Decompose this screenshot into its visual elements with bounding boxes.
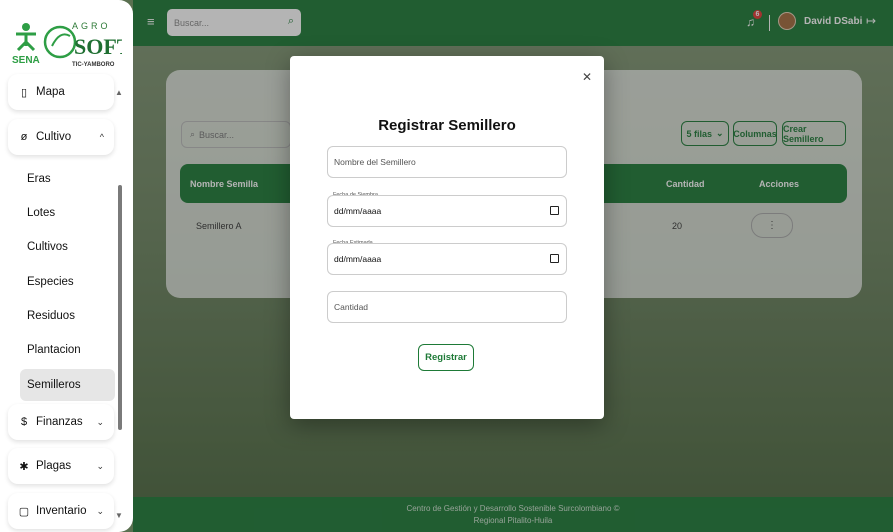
sidebar-item-plagas[interactable]: ✱ Plagas ⌄ (8, 448, 114, 484)
clipboard-icon: ▢ (18, 505, 30, 518)
register-semillero-modal: ✕ Registrar Semillero Nombre del Semille… (290, 56, 604, 419)
calendar-icon[interactable] (550, 206, 559, 215)
sow-date-value: dd/mm/aaaa (334, 206, 382, 216)
sidebar-item-label: Cultivo (36, 131, 72, 143)
sidebar-subitem-semilleros[interactable]: Semilleros (20, 369, 115, 401)
chevron-down-icon: ⌄ (96, 505, 104, 516)
sidebar-item-finanzas[interactable]: $ Finanzas ⌄ (8, 404, 114, 440)
quantity-input[interactable]: Cantidad (327, 291, 567, 323)
sidebar-subitem-lotes[interactable]: Lotes (20, 197, 115, 229)
agrosoft-logo: SENA AGRO SOFT TIC-YAMBORO (12, 16, 132, 72)
sow-date-input[interactable]: dd/mm/aaaa (327, 195, 567, 227)
map-icon: ▯ (20, 86, 28, 99)
bug-icon: ✱ (19, 460, 29, 473)
sidebar-item-label: Inventario (36, 505, 87, 517)
sidebar-subitem-cultivos[interactable]: Cultivos (20, 231, 115, 263)
chevron-up-icon: ^ (99, 132, 104, 142)
leaf-icon: ø (20, 131, 28, 143)
sidebar-item-label: Mapa (36, 86, 65, 98)
sidebar-subitem-residuos[interactable]: Residuos (20, 300, 115, 332)
chevron-down-icon: ⌄ (96, 460, 104, 471)
close-icon[interactable]: ✕ (582, 70, 592, 84)
scroll-down-arrow-icon[interactable]: ▼ (115, 511, 123, 520)
semillero-name-input[interactable]: Nombre del Semillero (327, 146, 567, 178)
svg-text:AGRO: AGRO (72, 21, 111, 31)
svg-text:SENA: SENA (12, 55, 40, 66)
sidebar-item-label: Plagas (36, 460, 72, 472)
sidebar-item-inventario[interactable]: ▢ Inventario ⌄ (8, 493, 114, 529)
sidebar-scrollbar[interactable] (118, 185, 122, 430)
svg-text:TIC-YAMBORO: TIC-YAMBORO (72, 62, 115, 68)
sidebar-subitem-eras[interactable]: Eras (20, 163, 115, 195)
estimated-date-input[interactable]: dd/mm/aaaa (327, 243, 567, 275)
sidebar-subitem-especies[interactable]: Especies (20, 266, 115, 298)
estimated-date-value: dd/mm/aaaa (334, 254, 382, 264)
sidebar-item-label: Finanzas (36, 416, 83, 428)
register-button[interactable]: Registrar (418, 344, 474, 371)
calendar-icon[interactable] (550, 254, 559, 263)
modal-title: Registrar Semillero (378, 117, 516, 134)
sidebar: SENA AGRO SOFT TIC-YAMBORO ▯ Mapa ø Cult… (0, 0, 133, 532)
sidebar-subitem-plantacion[interactable]: Plantacion (20, 334, 115, 366)
quantity-placeholder: Cantidad (334, 302, 369, 312)
sidebar-item-mapa[interactable]: ▯ Mapa (8, 74, 114, 110)
chevron-down-icon: ⌄ (96, 416, 104, 427)
dollar-icon: $ (20, 416, 28, 428)
semillero-name-placeholder: Nombre del Semillero (334, 157, 416, 167)
sidebar-item-cultivo[interactable]: ø Cultivo ^ (8, 119, 114, 155)
svg-text:SOFT: SOFT (74, 34, 122, 59)
scroll-up-arrow-icon[interactable]: ▲ (115, 88, 123, 97)
